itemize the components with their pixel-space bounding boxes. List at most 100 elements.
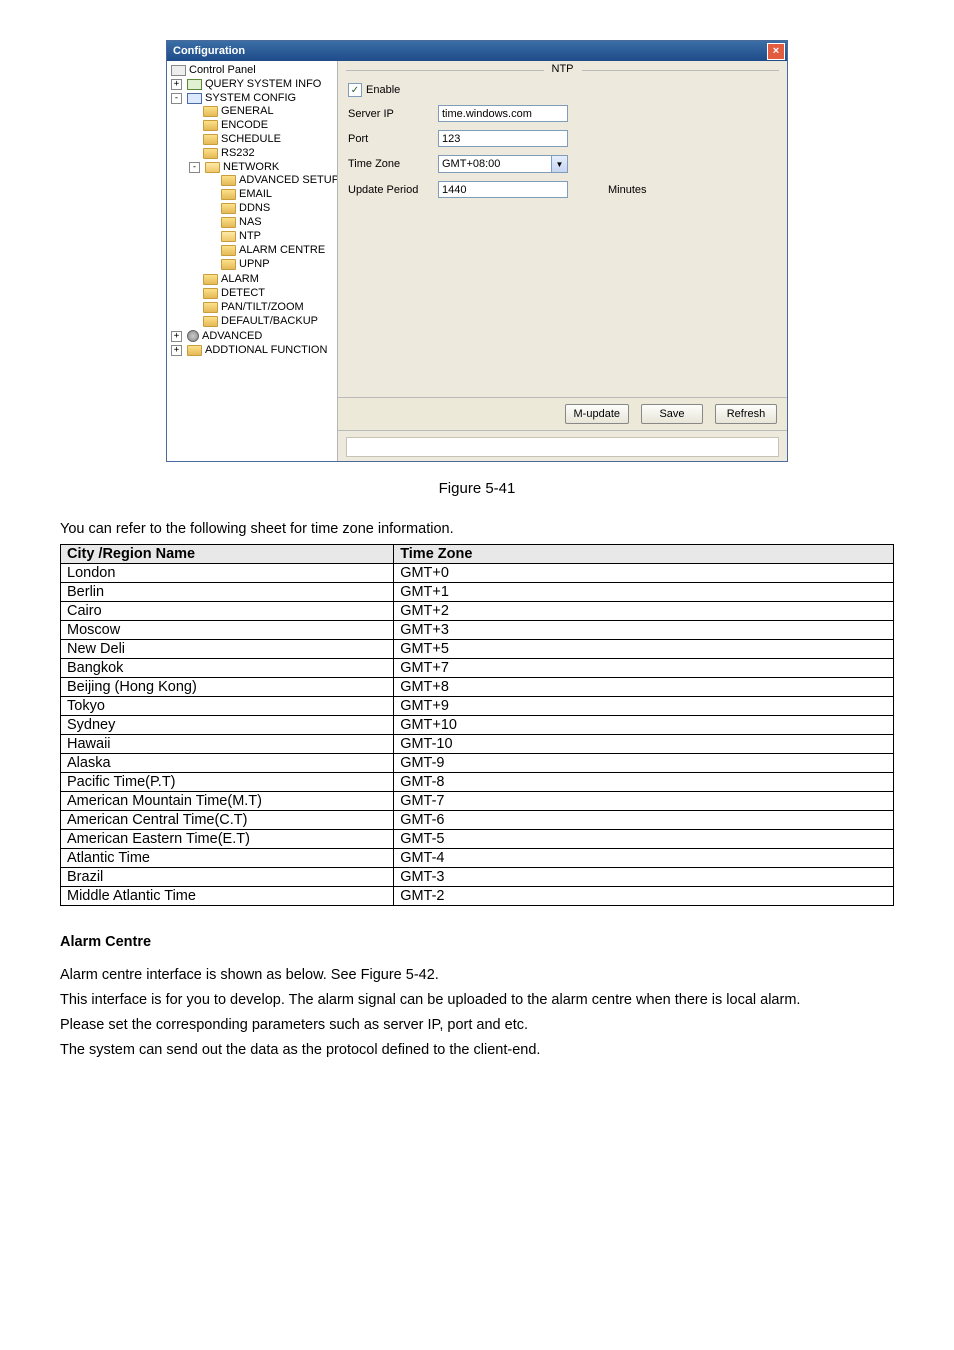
close-icon[interactable]: × xyxy=(767,43,785,60)
collapse-icon[interactable]: - xyxy=(189,162,200,173)
tree-encode[interactable]: ENCODE xyxy=(203,119,337,131)
cell-city: American Central Time(C.T) xyxy=(61,811,394,830)
serverip-label: Server IP xyxy=(348,108,438,120)
tree-alarmcentre[interactable]: ALARM CENTRE xyxy=(221,244,337,256)
cell-tz: GMT-10 xyxy=(394,735,894,754)
tree-detect[interactable]: DETECT xyxy=(203,287,337,299)
table-row: HawaiiGMT-10 xyxy=(61,735,894,754)
cell-tz: GMT+9 xyxy=(394,697,894,716)
cell-city: Alaska xyxy=(61,754,394,773)
cell-city: American Eastern Time(E.T) xyxy=(61,830,394,849)
folder-icon xyxy=(203,120,218,131)
cell-tz: GMT-2 xyxy=(394,887,894,906)
folder-icon xyxy=(221,259,236,270)
timezone-table: City /Region Name Time Zone LondonGMT+0 B… xyxy=(60,544,894,906)
table-row: SydneyGMT+10 xyxy=(61,716,894,735)
th-city: City /Region Name xyxy=(61,545,394,564)
enable-checkbox[interactable]: ✓ xyxy=(348,83,362,97)
cell-city: Tokyo xyxy=(61,697,394,716)
cell-city: Brazil xyxy=(61,868,394,887)
table-row: American Eastern Time(E.T)GMT-5 xyxy=(61,830,894,849)
timezone-select[interactable]: GMT+08:00 ▼ xyxy=(438,155,568,173)
tree-advsetup[interactable]: ADVANCED SETUP xyxy=(221,174,337,186)
table-row: CairoGMT+2 xyxy=(61,602,894,621)
collapse-icon[interactable]: - xyxy=(171,93,182,104)
save-button[interactable]: Save xyxy=(641,404,703,424)
cell-city: Hawaii xyxy=(61,735,394,754)
tree-ddns[interactable]: DDNS xyxy=(221,202,337,214)
tree-root-label: Control Panel xyxy=(189,64,256,76)
form-heading: NTP xyxy=(544,63,582,75)
cell-city: London xyxy=(61,564,394,583)
cell-city: Beijing (Hong Kong) xyxy=(61,678,394,697)
tree-upnp[interactable]: UPNP xyxy=(221,258,337,270)
section-p2: This interface is for you to develop. Th… xyxy=(60,990,894,1011)
port-input[interactable] xyxy=(438,130,568,147)
table-row: American Mountain Time(M.T)GMT-7 xyxy=(61,792,894,811)
cell-tz: GMT+7 xyxy=(394,659,894,678)
serverip-input[interactable] xyxy=(438,105,568,122)
tree-ptz[interactable]: PAN/TILT/ZOOM xyxy=(203,301,337,313)
tree-nas[interactable]: NAS xyxy=(221,216,337,228)
tree-network[interactable]: -NETWORK xyxy=(203,161,337,173)
cell-city: American Mountain Time(M.T) xyxy=(61,792,394,811)
tree-general[interactable]: GENERAL xyxy=(203,105,337,117)
cell-city: Pacific Time(P.T) xyxy=(61,773,394,792)
cell-tz: GMT-7 xyxy=(394,792,894,811)
cell-tz: GMT-4 xyxy=(394,849,894,868)
title-bar: Configuration × xyxy=(167,41,787,61)
expand-icon[interactable]: + xyxy=(171,345,182,356)
chevron-down-icon[interactable]: ▼ xyxy=(551,156,567,172)
folder-icon xyxy=(221,189,236,200)
folder-open-icon xyxy=(205,162,220,173)
tree-rs232[interactable]: RS232 xyxy=(203,147,337,159)
tool-icon xyxy=(187,93,202,104)
port-label: Port xyxy=(348,133,438,145)
table-row: Beijing (Hong Kong)GMT+8 xyxy=(61,678,894,697)
nav-tree: Control Panel + QUERY SYSTEM INFO - SYST… xyxy=(167,61,338,461)
tree-advanced[interactable]: + ADVANCED xyxy=(185,330,337,342)
tree-addfunc[interactable]: + ADDTIONAL FUNCTION xyxy=(185,344,337,356)
folder-icon xyxy=(221,217,236,228)
tree-sysconfig[interactable]: - SYSTEM CONFIG xyxy=(185,92,337,104)
table-row: BrazilGMT-3 xyxy=(61,868,894,887)
expand-icon[interactable]: + xyxy=(171,331,182,342)
mupdate-button[interactable]: M-update xyxy=(565,404,629,424)
cell-tz: GMT+3 xyxy=(394,621,894,640)
cell-tz: GMT-5 xyxy=(394,830,894,849)
folder-icon xyxy=(203,302,218,313)
update-input[interactable] xyxy=(438,181,568,198)
cell-city: Sydney xyxy=(61,716,394,735)
table-row: BangkokGMT+7 xyxy=(61,659,894,678)
section-p4: The system can send out the data as the … xyxy=(60,1040,894,1061)
tree-schedule[interactable]: SCHEDULE xyxy=(203,133,337,145)
table-row: MoscowGMT+3 xyxy=(61,621,894,640)
th-tz: Time Zone xyxy=(394,545,894,564)
cell-tz: GMT+1 xyxy=(394,583,894,602)
refresh-button[interactable]: Refresh xyxy=(715,404,777,424)
intro-text: You can refer to the following sheet for… xyxy=(60,519,894,540)
tree-query[interactable]: + QUERY SYSTEM INFO xyxy=(185,78,337,90)
tree-defaultbackup[interactable]: DEFAULT/BACKUP xyxy=(203,315,337,327)
button-bar: M-update Save Refresh xyxy=(338,397,787,431)
expand-icon[interactable]: + xyxy=(171,79,182,90)
cell-tz: GMT+10 xyxy=(394,716,894,735)
update-label: Update Period xyxy=(348,184,438,196)
table-row: LondonGMT+0 xyxy=(61,564,894,583)
form-pane: NTP ✓ Enable Server IP Port Time Zone xyxy=(338,61,787,461)
cell-city: Atlantic Time xyxy=(61,849,394,868)
table-row: Pacific Time(P.T)GMT-8 xyxy=(61,773,894,792)
folder-icon xyxy=(221,245,236,256)
tree-ntp[interactable]: NTP xyxy=(221,230,337,242)
gear-icon xyxy=(187,330,199,342)
tree-alarm[interactable]: ALARM xyxy=(203,273,337,285)
cell-city: New Deli xyxy=(61,640,394,659)
tree-email[interactable]: EMAIL xyxy=(221,188,337,200)
timezone-value: GMT+08:00 xyxy=(442,158,500,170)
folder-icon xyxy=(187,345,202,356)
folder-icon xyxy=(221,203,236,214)
configuration-window: Configuration × Control Panel + QUERY SY… xyxy=(166,40,788,462)
folder-open-icon xyxy=(221,231,236,242)
section-heading: Alarm Centre xyxy=(60,934,894,950)
tree-root[interactable]: Control Panel xyxy=(167,63,337,77)
